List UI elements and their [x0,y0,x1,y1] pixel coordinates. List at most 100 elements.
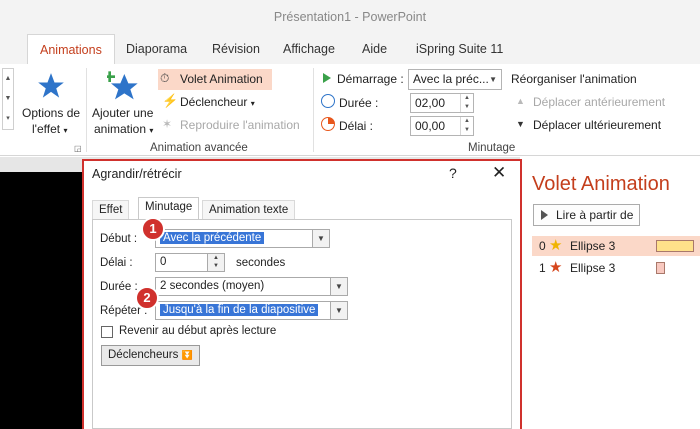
tab-timing[interactable]: Minutage [138,197,200,220]
duration-select[interactable]: 2 secondes (moyen) ▼ [155,277,348,296]
item-label: Ellipse 3 [570,239,616,253]
duration-spinner[interactable]: 02,00 ▲ ▼ [410,93,474,113]
animation-painter-button[interactable]: ✶ Reproduire l'animation [160,115,310,135]
item-number: 1 [539,261,546,275]
ribbon-tabs: Animations Diaporama Révision Affichage … [0,34,700,65]
duration-label: Durée : [339,96,379,110]
tab-affichage[interactable]: Affichage [283,34,335,64]
add-animation-label-2: animation ▾ [94,122,154,136]
duration-value: 02,00 [415,96,446,110]
spinner-arrows-icon[interactable]: ▲ ▼ [460,94,473,112]
step-badge-1: 1 [141,217,165,241]
group-label-advanced: Animation avancée [150,142,248,154]
play-triangle-icon [323,73,331,83]
delay-value: 00,00 [415,119,446,133]
tab-animations[interactable]: Animations [27,34,115,65]
triggers-label: Déclencheurs [108,349,179,361]
timeline-bar[interactable] [656,262,665,274]
add-animation-button[interactable]: Ajouter une animation ▾ [90,70,156,142]
delay-input-value: 0 [160,256,167,268]
group-label-timing: Minutage [468,142,516,154]
move-earlier-button[interactable]: ▲ Déplacer antérieurement [514,94,674,112]
reorder-label: Réorganiser l'animation [511,72,637,86]
effect-options-label-2: l'effet ▾ [32,122,68,136]
star-icon [38,73,64,98]
separator [86,68,87,152]
delay-icon [321,117,335,131]
start-select[interactable]: Avec la précédente ▼ [155,229,330,248]
slide-canvas [0,172,82,429]
clock-icon [321,94,335,108]
start-value: Avec la préc... [413,72,489,86]
spinner-arrows-icon[interactable]: ▲ ▼ [460,117,473,135]
tab-ispring[interactable]: iSpring Suite 11 [416,34,503,64]
timeline-bar[interactable] [656,240,694,252]
ribbon: ▲ ▼ ▾ Options de l'effet ▾ Ajouter une ani… [0,64,700,156]
tab-revision[interactable]: Révision [212,34,260,64]
item-label: Ellipse 3 [570,261,616,275]
move-later-button[interactable]: ▼ Déplacer ultérieurement [514,117,674,135]
arrow-down-icon: ▼ [516,119,525,129]
trigger-label: Déclencheur ▾ [180,95,255,109]
painter-icon: ✶ [162,117,173,131]
add-animation-label-1: Ajouter une [92,106,154,120]
chevron-down-icon[interactable]: ▼ [330,278,347,295]
delay-label: Délai : [339,119,374,133]
dialog-title: Agrandir/rétrécir [92,167,182,181]
effect-options-label-1: Options de [22,106,81,120]
chevron-down-icon[interactable]: ▼ [312,230,329,247]
triggers-button[interactable]: Déclencheurs ⏬ [101,345,200,366]
animation-pane-button[interactable]: ⏱ Volet Animation [158,69,272,90]
start-label: Démarrage : [337,72,404,86]
animation-pane-label: Volet Animation [180,72,263,86]
tab-aide[interactable]: Aide [362,34,387,64]
star-icon: ★ [549,259,563,276]
chevron-down-icon[interactable]: ▼ [330,302,347,319]
play-from-button[interactable]: Lire à partir de [533,204,640,226]
rewind-checkbox[interactable] [101,326,113,338]
add-star-icon [107,71,138,100]
lightning-icon: ⚡ [162,93,179,108]
rewind-label: Revenir au début après lecture [119,325,277,337]
window-title: Présentation1 - PowerPoint [273,10,427,24]
play-icon [541,210,548,220]
move-earlier-label: Déplacer antérieurement [533,95,666,109]
arrow-up-icon: ▲ [516,96,525,106]
animation-painter-label: Reproduire l'animation [180,118,300,132]
duration-select-value: 2 secondes (moyen) [160,280,265,292]
double-chevron-down-icon: ⏬ [181,350,193,360]
delay-spinner[interactable]: 00,00 ▲ ▼ [410,116,474,136]
separator [313,68,314,152]
close-icon[interactable]: ✕ [492,163,506,183]
animation-pane-title: Volet Animation [532,173,670,195]
start-field-label: Début : [100,233,138,245]
delay-input[interactable]: 0 ▲ ▼ [155,253,225,272]
gallery-scroll[interactable]: ▲ ▼ ▾ [2,68,14,130]
chevron-down-icon: ▾ [63,126,68,135]
move-later-label: Déplacer ultérieurement [533,118,662,132]
star-icon: ★ [549,237,563,254]
trigger-button[interactable]: ⚡ Déclencheur ▾ [160,92,270,112]
animation-pane: Volet Animation Lire à partir de 0 ★ Ell… [520,157,700,429]
step-badge-2: 2 [135,286,159,310]
animation-list-item[interactable]: 0 ★ Ellipse 3 [532,236,700,256]
chevron-down-icon: ▾ [250,99,255,108]
animation-list-item[interactable]: 1 ★ Ellipse 3 [532,258,700,278]
play-from-label: Lire à partir de [556,208,634,222]
delay-unit: secondes [236,257,286,269]
spinner-arrows-icon[interactable]: ▲ ▼ [207,254,224,271]
help-button[interactable]: ? [449,165,457,181]
start-dropdown[interactable]: Avec la préc... ▼ [408,69,502,90]
window-title-bar: Présentation1 - PowerPoint [0,0,700,34]
tab-effect[interactable]: Effet [92,200,130,220]
tab-diaporama[interactable]: Diaporama [126,34,187,64]
effect-options-button[interactable]: Options de l'effet ▾ [18,70,84,142]
tab-text-animation[interactable]: Animation texte [202,200,296,220]
chevron-down-icon: ▼ [489,75,497,84]
duration-field-label: Durée : [100,281,138,293]
pane-clock-icon: ⏱ [160,71,170,85]
delay-field-label: Délai : [100,257,133,269]
repeat-select[interactable]: Jusqu'à la fin de la diapositive ▼ [155,301,348,320]
repeat-select-value: Jusqu'à la fin de la diapositive [160,304,319,316]
dialog-launcher-icon[interactable]: ◲ [74,144,82,153]
